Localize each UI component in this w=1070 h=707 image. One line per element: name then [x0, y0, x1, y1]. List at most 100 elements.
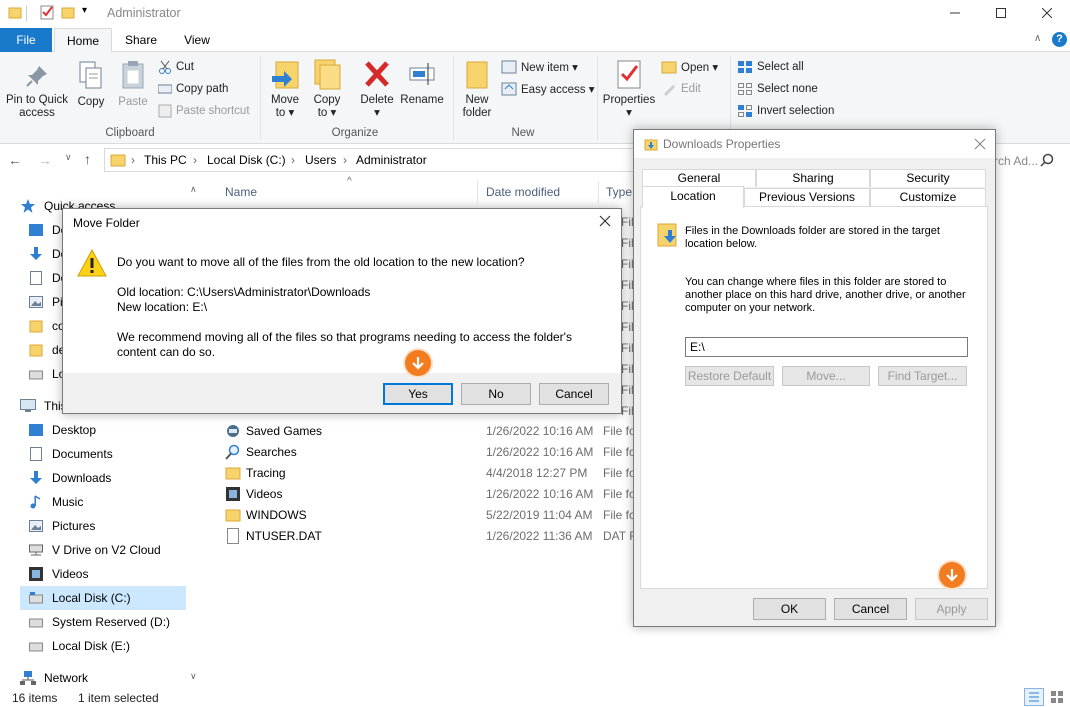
nav-pc-pictures[interactable]: Pictures: [28, 514, 216, 538]
close-icon[interactable]: [974, 138, 986, 150]
large-icons-view-icon[interactable]: [1048, 688, 1066, 706]
easy-access-button[interactable]: Easy access ▾: [501, 80, 595, 98]
file-row[interactable]: Searches 1/26/2022 10:16 AM File fo: [225, 441, 645, 462]
file-type: File fo: [603, 507, 636, 522]
paste-shortcut-button[interactable]: Paste shortcut: [158, 102, 250, 120]
location-panel: Files in the Downloads folder are stored…: [640, 206, 988, 589]
file-row[interactable]: NTUSER.DAT 1/26/2022 11:36 AM DAT F: [225, 525, 645, 546]
nav-pc-music[interactable]: Music: [28, 490, 216, 514]
pin-button[interactable]: Pin to Quick access: [4, 64, 70, 120]
pictures-icon: [28, 518, 44, 534]
properties-icon: [614, 58, 644, 90]
column-date-modified[interactable]: Date modified: [486, 185, 560, 199]
address-bar[interactable]: › This PC › Local Disk (C:) › Users › Ad…: [104, 148, 638, 172]
nav-pc-documents[interactable]: Documents: [28, 442, 216, 466]
details-view-icon[interactable]: [1024, 688, 1044, 706]
move-button[interactable]: Move...: [782, 366, 870, 386]
copy-to-button[interactable]: Copy to ▾: [310, 58, 344, 120]
tab-view[interactable]: View: [174, 28, 220, 52]
paste-button[interactable]: Paste: [116, 60, 150, 109]
nav-pc-local-disk-c[interactable]: Local Disk (C:): [20, 586, 186, 610]
info-line-1: Files in the Downloads folder are stored…: [685, 225, 940, 237]
tab-sharing[interactable]: Sharing: [756, 169, 870, 187]
edit-button[interactable]: Edit: [661, 80, 701, 98]
open-button[interactable]: Open ▾: [661, 58, 718, 76]
cancel-button[interactable]: Cancel: [834, 598, 907, 620]
saved-games-icon: [225, 423, 241, 439]
nav-network[interactable]: Network: [20, 666, 208, 690]
copy-to-label: Copy to ▾: [313, 94, 341, 119]
new-item-button[interactable]: New item ▾: [501, 58, 578, 76]
nav-pc-v-drive[interactable]: V Drive on V2 Cloud: [28, 538, 216, 562]
close-button[interactable]: [1024, 0, 1070, 26]
chevron-right-icon: ›: [343, 153, 347, 167]
close-icon[interactable]: [599, 215, 611, 227]
rename-button[interactable]: Rename: [400, 58, 444, 107]
tab-security[interactable]: Security: [870, 169, 986, 187]
recent-locations-icon[interactable]: ∨: [65, 152, 72, 163]
nav-pc-videos[interactable]: Videos: [28, 562, 216, 586]
properties-button[interactable]: Properties ▾: [601, 58, 657, 120]
nav-pc-desktop[interactable]: Desktop: [28, 418, 216, 442]
tab-previous-versions[interactable]: Previous Versions: [744, 188, 870, 206]
file-row[interactable]: Saved Games 1/26/2022 10:16 AM File fo: [225, 420, 645, 441]
cut-button[interactable]: Cut: [158, 58, 194, 76]
find-target-button[interactable]: Find Target...: [878, 366, 967, 386]
minimize-button[interactable]: [932, 0, 978, 26]
nav-pc-downloads[interactable]: Downloads: [28, 466, 216, 490]
scroll-down-icon[interactable]: ∨: [190, 671, 197, 682]
target-path-input[interactable]: E:\: [685, 337, 968, 357]
tab-home[interactable]: Home: [54, 28, 112, 53]
up-icon[interactable]: ↑: [84, 151, 91, 167]
select-none-button[interactable]: Select none: [737, 80, 818, 98]
search-icon[interactable]: [1040, 153, 1054, 167]
breadcrumb-this-pc[interactable]: This PC: [144, 153, 187, 167]
file-row[interactable]: WINDOWS 5/22/2019 11:04 AM File fo: [225, 504, 645, 525]
cancel-button[interactable]: Cancel: [539, 383, 609, 405]
no-button[interactable]: No: [461, 383, 531, 405]
breadcrumb-administrator[interactable]: Administrator: [356, 153, 427, 167]
file-type: DAT F: [603, 528, 637, 543]
customize-qat-icon[interactable]: ▾: [82, 5, 87, 16]
invert-selection-button[interactable]: Invert selection: [737, 102, 834, 120]
sort-up-icon: ^: [347, 176, 352, 187]
ok-button[interactable]: OK: [753, 598, 826, 620]
copy-button[interactable]: Copy: [74, 60, 108, 109]
column-type[interactable]: Type: [606, 185, 632, 199]
tab-customize[interactable]: Customize: [870, 188, 986, 206]
yes-button[interactable]: Yes: [383, 383, 453, 405]
file-row[interactable]: Videos 1/26/2022 10:16 AM File fo: [225, 483, 645, 504]
chevron-up-icon[interactable]: ∧: [1034, 33, 1041, 44]
delete-button[interactable]: Delete ▾: [358, 58, 396, 120]
column-name[interactable]: Name: [225, 185, 257, 199]
properties-qat-icon[interactable]: [39, 4, 55, 20]
tab-share[interactable]: Share: [118, 28, 164, 52]
apply-button[interactable]: Apply: [915, 598, 988, 620]
tab-file[interactable]: File: [0, 28, 52, 52]
nav-label: Local Disk (E:): [52, 639, 131, 653]
delete-label: Delete ▾: [360, 94, 394, 119]
search-input[interactable]: rch Ad...: [994, 154, 1038, 168]
tab-location[interactable]: Location: [642, 186, 744, 208]
breadcrumb-users[interactable]: Users: [305, 153, 336, 167]
copy-path-button[interactable]: Copy path: [158, 80, 228, 98]
new-folder-qat-icon[interactable]: [61, 5, 75, 19]
drive-icon: [28, 590, 44, 606]
scroll-up-icon[interactable]: ∧: [190, 184, 197, 195]
file-row[interactable]: Tracing 4/4/2018 12:27 PM File fo: [225, 462, 645, 483]
nav-pc-system-reserved[interactable]: System Reserved (D:): [28, 610, 216, 634]
breadcrumb-local-disk[interactable]: Local Disk (C:): [207, 153, 286, 167]
tab-general[interactable]: General: [642, 169, 756, 187]
nav-pc-local-disk-e[interactable]: Local Disk (E:): [28, 634, 216, 658]
new-folder-button[interactable]: New folder: [458, 58, 496, 120]
divider: [260, 56, 261, 140]
move-to-button[interactable]: Move to ▾: [268, 58, 302, 120]
maximize-button[interactable]: [978, 0, 1024, 26]
restore-default-button[interactable]: Restore Default: [685, 366, 774, 386]
help-icon[interactable]: ?: [1052, 32, 1067, 47]
back-icon[interactable]: ←: [8, 152, 22, 168]
forward-icon[interactable]: →: [38, 152, 52, 168]
nav-label: Network: [44, 671, 89, 685]
change-line-1: You can change where files in this folde…: [685, 276, 947, 288]
select-all-button[interactable]: Select all: [737, 58, 804, 76]
